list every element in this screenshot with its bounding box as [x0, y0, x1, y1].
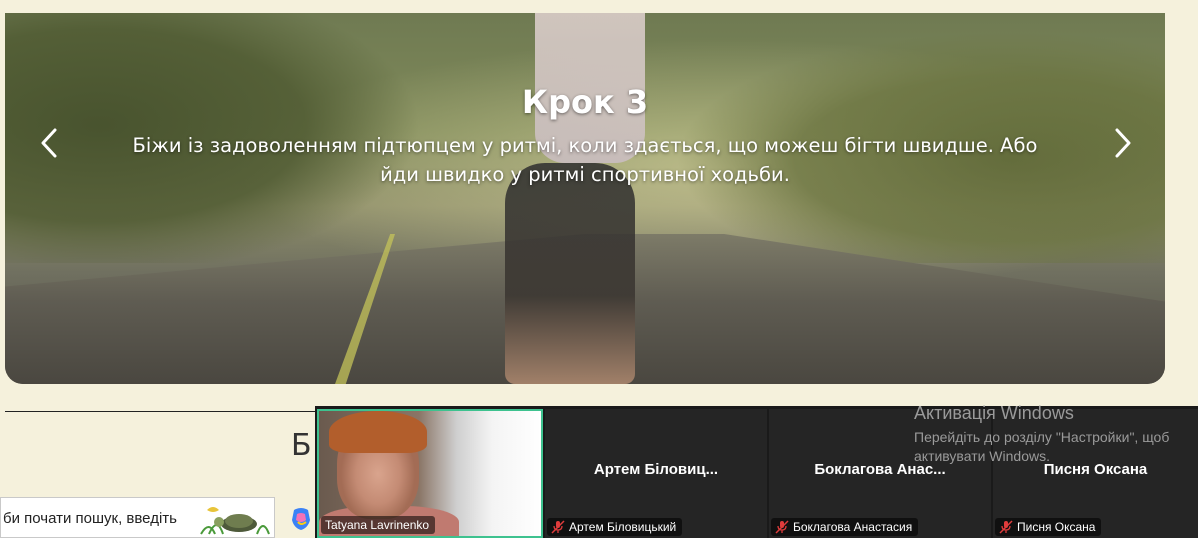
participant-name-tag: Писня Оксана	[995, 518, 1102, 536]
participant-tile-self[interactable]: Tatyana Lavrinenko	[317, 409, 543, 538]
participant-name-tag: Tatyana Lavrinenko	[321, 516, 436, 534]
taskbar-search-input[interactable]	[1, 507, 193, 529]
chevron-right-icon	[1115, 128, 1131, 158]
activation-line-2: активувати Windows.	[914, 448, 1050, 464]
participant-name-tag-text: Писня Оксана	[1017, 520, 1096, 534]
windows-activation-watermark: Активація Windows Перейдіть до розділу "…	[914, 402, 1198, 466]
mic-off-icon	[775, 520, 789, 534]
hero-carousel: Крок 3 Біжи із задоволенням підтюпцем у …	[5, 13, 1165, 384]
mic-off-icon	[551, 520, 565, 534]
section-divider	[5, 411, 315, 412]
taskbar-search[interactable]	[0, 497, 275, 538]
participant-tile[interactable]: Артем Біловиц... Артем Біловицький	[545, 409, 767, 538]
copilot-icon[interactable]	[288, 506, 314, 532]
activation-title: Активація Windows	[914, 403, 1074, 423]
search-highlight-turtle-icon	[200, 507, 270, 535]
carousel-prev-button[interactable]	[33, 118, 69, 168]
activation-line-1: Перейдіть до розділу "Настройки", щоб	[914, 429, 1170, 445]
participant-name-tag-text: Артем Біловицький	[569, 520, 677, 534]
carousel-title: Крок 3	[521, 83, 649, 121]
carousel-caption: Крок 3 Біжи із задоволенням підтюпцем у …	[5, 83, 1165, 189]
background-runner-legs	[505, 163, 635, 384]
carousel-text: Біжи із задоволенням підтюпцем у ритмі, …	[132, 134, 1038, 186]
mic-off-icon	[999, 520, 1013, 534]
participant-name-tag-text: Боклагова Анастасия	[793, 520, 913, 534]
section-heading: Б	[291, 428, 312, 463]
participant-name-tag: Боклагова Анастасия	[771, 518, 919, 536]
chevron-left-icon	[41, 128, 57, 158]
participant-name-tag: Артем Біловицький	[547, 518, 683, 536]
carousel-next-button[interactable]	[1103, 118, 1139, 168]
participant-video-hair	[329, 411, 427, 453]
participant-display-name: Артем Біловиц...	[593, 461, 719, 478]
participant-name-tag-text: Tatyana Lavrinenko	[325, 518, 430, 532]
